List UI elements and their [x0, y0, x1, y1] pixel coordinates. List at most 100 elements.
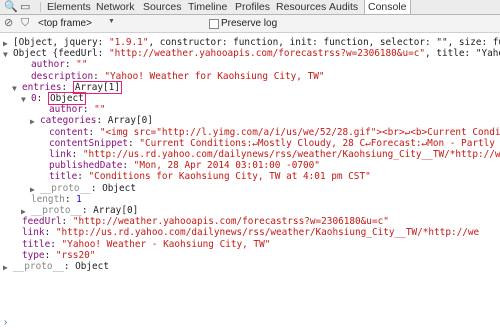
key-colon: :	[88, 126, 100, 138]
property-key: __proto__	[13, 261, 64, 272]
console-line[interactable]: link: "http://us.rd.yahoo.com/dailynews/…	[49, 149, 500, 160]
key-colon: :	[44, 227, 56, 239]
console-line[interactable]: length: 1	[31, 194, 82, 205]
console-line[interactable]: content: "<img src="http://l.yimg.com/a/…	[49, 127, 500, 138]
key-colon: :	[64, 59, 77, 71]
key-colon: :	[93, 70, 105, 82]
key-colon: :	[96, 115, 108, 127]
tab-sources[interactable]: Sources	[143, 0, 182, 14]
property-value: "http://weather.yahooapis.com/forecastrs…	[72, 216, 389, 228]
property-key: type	[22, 249, 45, 261]
divider	[40, 2, 41, 12]
property-value: "1.9.1"	[108, 37, 149, 48]
tab-console[interactable]: Console	[364, 0, 411, 14]
console-line[interactable]: 0: Object	[31, 92, 86, 105]
property-value: "Conditions for Kaohsiung City, TW at 4:…	[88, 171, 371, 183]
property-key: feedUrl	[22, 216, 62, 228]
property-value: "Yahoo! Weather for Kaohsiung City, TW"	[104, 70, 325, 82]
expand-arrow-down-icon[interactable]: ▼	[12, 83, 17, 94]
console-line[interactable]: publishedDate: "Mon, 28 Apr 2014 03:01:0…	[49, 160, 320, 171]
expand-arrow-right-icon[interactable]: ▶	[3, 38, 8, 49]
console-line[interactable]: __proto__: Object	[13, 261, 109, 272]
property-value: "rss20"	[55, 249, 96, 261]
console-line-suffix: , title: "Yaho	[425, 48, 500, 60]
key-colon: :	[36, 93, 48, 104]
console-line[interactable]: author: ""	[31, 59, 87, 70]
console-line[interactable]: title: "Yahoo! Weather - Kaohsiung City,…	[22, 239, 270, 250]
clear-console-icon[interactable]: ⊘	[4, 17, 13, 29]
property-value: ""	[76, 59, 88, 71]
devtools-tabbar: 🔍 ▭ Elements Network Sources Timeline Pr…	[0, 0, 500, 15]
property-value: 1	[76, 193, 82, 205]
console-line[interactable]: description: "Yahoo! Weather for Kaohsiu…	[31, 71, 325, 82]
property-key: link	[49, 149, 72, 160]
key-colon: :	[77, 171, 89, 183]
property-value: "Mon, 28 Apr 2014 03:01:00 -0700"	[133, 160, 320, 172]
expand-arrow-right-icon[interactable]: ▶	[3, 262, 8, 273]
property-value: ""	[94, 104, 106, 116]
property-key: description	[31, 70, 94, 82]
property-key: __proto__	[31, 205, 82, 216]
tab-profiles[interactable]: Profiles	[235, 0, 270, 14]
property-value: Array[0]	[107, 115, 153, 127]
preserve-log-checkbox[interactable]	[209, 19, 219, 29]
console-line[interactable]: __proto__: Object	[40, 183, 136, 194]
console-line[interactable]: [Object, jquery: "1.9.1", constructor: f…	[13, 37, 500, 48]
property-key: content	[49, 126, 89, 138]
expand-arrow-down-icon[interactable]: ▼	[21, 94, 26, 105]
tab-network[interactable]: Network	[96, 0, 135, 14]
property-key: title	[22, 238, 51, 250]
property-key: title	[49, 171, 78, 183]
key-colon: :	[44, 249, 56, 261]
console-toolbar: ⊘ ⛉ <top frame> ▼ Preserve log	[0, 15, 500, 33]
chevron-down-icon[interactable]: ▼	[108, 18, 115, 25]
tab-elements[interactable]: Elements	[47, 0, 91, 14]
property-value: Array[0]	[93, 205, 139, 216]
key-colon: :	[71, 149, 83, 160]
key-colon: :	[81, 205, 94, 216]
property-value: "<img src="http://l.yimg.com/a/i/us/we/5…	[99, 126, 500, 138]
console-line[interactable]: categories: Array[0]	[40, 115, 153, 126]
property-key: publishedDate	[49, 160, 123, 172]
property-key: __proto__	[40, 182, 91, 194]
property-value: "http://us.rd.yahoo.com/dailynews/rss/we…	[82, 149, 500, 160]
console-prompt[interactable]: ›	[4, 317, 7, 328]
inspect-element-icon[interactable]: 🔍	[4, 1, 18, 13]
key-colon: :	[82, 104, 95, 116]
expand-arrow-right-icon[interactable]: ▶	[30, 116, 35, 127]
property-value: "http://us.rd.yahoo.com/dailynews/rss/we…	[55, 227, 480, 239]
key-colon: :	[63, 261, 76, 272]
property-key: contentSnippet	[49, 137, 129, 149]
console-line-prefix: [Object, jquery:	[13, 37, 109, 48]
console-line[interactable]: feedUrl: "http://weather.yahooapis.com/f…	[22, 216, 389, 227]
key-colon: :	[90, 182, 103, 194]
console-line[interactable]: Object {feedUrl: "http://weather.yahooap…	[13, 48, 500, 59]
property-value: "Current Conditions:↵Mostly Cloudy, 28 C…	[139, 137, 495, 149]
console-line-prefix: Object {feedUrl:	[13, 48, 109, 60]
console-line[interactable]: type: "rss20"	[22, 250, 95, 261]
device-mode-icon[interactable]: ▭	[20, 1, 30, 13]
property-key: length	[31, 193, 65, 205]
key-colon: :	[122, 160, 134, 172]
console-line-suffix: , constructor: function, init: function,…	[148, 37, 500, 48]
console-line[interactable]: author: ""	[49, 104, 105, 115]
expand-arrow-down-icon[interactable]: ▼	[3, 49, 8, 60]
property-key: author	[49, 104, 83, 116]
property-value: Object	[75, 261, 109, 272]
console-line[interactable]: link: "http://us.rd.yahoo.com/dailynews/…	[22, 227, 479, 238]
tab-timeline[interactable]: Timeline	[188, 0, 227, 14]
console-line[interactable]: __proto__: Array[0]	[31, 205, 138, 216]
tab-resources[interactable]: Resources	[276, 0, 326, 14]
tab-audits[interactable]: Audits	[329, 0, 358, 14]
console-line[interactable]: title: "Conditions for Kaohsiung City, T…	[49, 171, 371, 182]
filter-icon[interactable]: ⛉	[21, 17, 29, 29]
property-value: Object	[102, 182, 136, 194]
key-colon: :	[61, 216, 73, 228]
key-colon: :	[50, 238, 62, 250]
property-value: "Yahoo! Weather - Kaohsiung City, TW"	[61, 238, 271, 250]
highlighted-value: Object	[47, 92, 86, 105]
frame-selector[interactable]: <top frame>	[38, 17, 92, 30]
console-output: › ▶ [Object, jquery: "1.9.1", constructor…	[0, 33, 500, 328]
property-key: link	[22, 227, 45, 239]
console-line[interactable]: contentSnippet: "Current Conditions:↵Mos…	[49, 138, 495, 149]
